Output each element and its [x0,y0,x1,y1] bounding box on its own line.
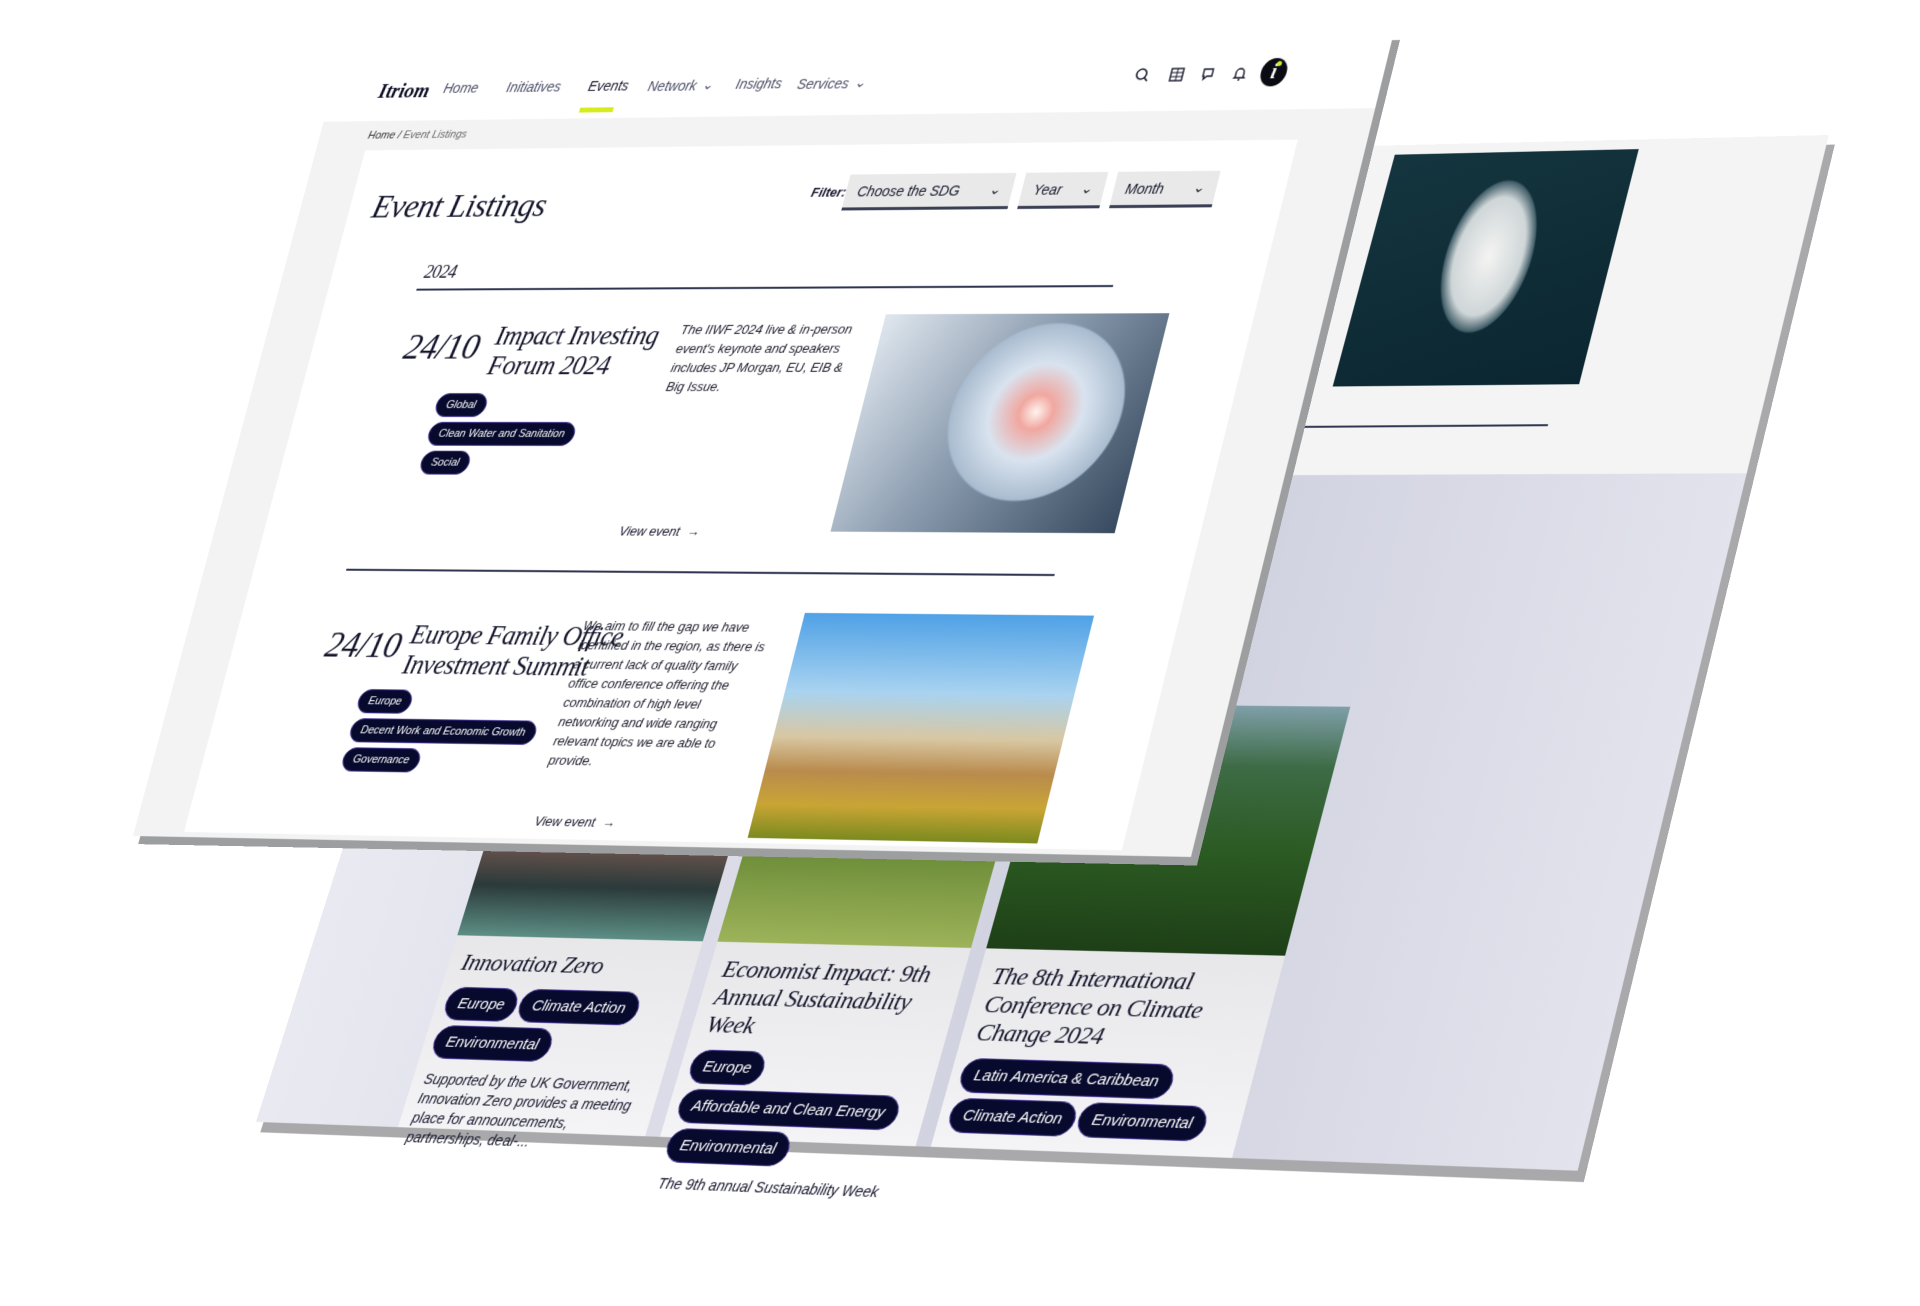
event-listings-page: Itriom Home Initiatives Events Network ⌄ … [132,31,1394,857]
breadcrumb-home[interactable]: Home [367,130,397,142]
active-indicator [578,107,614,113]
link-label: View event [532,813,598,830]
event-description: The IIWF 2024 live & in-person event's k… [664,321,855,395]
event-date: 24/10 [399,326,485,367]
chevron-down-icon: ⌄ [1079,180,1095,197]
arrow-right-icon: → [600,814,618,831]
tag[interactable]: Climate Action [514,988,643,1026]
logo[interactable]: Itriom [376,79,433,104]
link-label: View event [617,523,682,539]
view-event-link[interactable]: View event → [533,813,617,830]
cruise-ship-image [1332,149,1639,387]
nav-label: Home [441,79,481,96]
tag[interactable]: Environmental [662,1127,794,1167]
tag[interactable]: Latin America & Caribbean [956,1057,1177,1100]
nav-services[interactable]: Services ⌄ [796,74,868,92]
calendar-grid-icon[interactable] [1163,63,1190,85]
select-value: Year [1031,180,1064,198]
event-date: 24/10 [321,624,406,666]
divider [345,568,1055,577]
tag[interactable]: Europe [685,1049,770,1086]
event-title[interactable]: Impact Investing Forum 2024 [485,320,663,380]
tag[interactable]: Clean Water and Sanitation [425,421,579,446]
chat-icon[interactable] [1195,63,1222,86]
search-icon[interactable] [1129,64,1156,86]
view-event-link[interactable]: View event → [618,523,702,539]
globe-image [830,313,1170,534]
tag[interactable]: Europe [355,688,416,714]
top-navigation: Itriom Home Initiatives Events Network ⌄ … [323,31,1394,122]
event-tags: Europe Decent Work and Economic Growth Gov… [338,688,549,779]
nav-home[interactable]: Home [442,80,481,96]
chevron-down-icon: ⌄ [700,76,716,93]
tag[interactable]: Social [417,450,473,475]
tag[interactable]: Decent Work and Economic Growth [347,718,539,745]
filter-label: Filter: [809,184,849,200]
card-description: Supported by the UK Government, Innovati… [403,1070,635,1150]
year-heading: 2024 [422,261,459,282]
select-value: Choose the SDG [855,181,962,199]
nav-network[interactable]: Network ⌄ [646,76,715,94]
title-line: Forum 2024 [484,350,614,381]
nav-initiatives[interactable]: Initiatives [505,79,563,95]
nav-events[interactable]: Events [578,77,631,113]
card-title: Innovation Zero [458,949,608,980]
event-description: We aim to fill the gap we have identifie… [546,617,767,769]
listings-container: Event Listings Filter: Choose the SDG ⌄ Y… [183,139,1298,851]
sdg-select[interactable]: Choose the SDG ⌄ [841,172,1017,211]
event-tags: Global Clean Water and Sanitation Social [417,393,627,480]
tag[interactable]: Global [432,393,490,417]
breadcrumb-current: Event Listings [401,128,469,142]
chevron-down-icon: ⌄ [1191,179,1207,196]
tag[interactable]: Environmental [1073,1102,1211,1142]
bell-icon[interactable] [1226,62,1253,85]
nav-label: Initiatives [504,78,564,96]
arrow-right-icon: → [685,523,702,539]
chevron-down-icon: ⌄ [987,181,1003,198]
tag[interactable]: Affordable and Clean Energy [674,1088,903,1131]
divider [1301,424,1549,428]
rome-cityscape-image [747,612,1095,844]
card-description: The 9th annual Sustainability Week [655,1174,881,1201]
breadcrumb: Home / Event Listings [367,129,469,142]
nav-label: Network [646,77,699,94]
select-value: Month [1123,179,1167,197]
page-title: Event Listings [368,187,551,226]
divider [416,285,1114,291]
tag[interactable]: Governance [339,747,423,773]
tag[interactable]: Environmental [428,1024,557,1063]
tag[interactable]: Climate Action [945,1097,1081,1137]
nav-label: Services [795,74,851,92]
year-select[interactable]: Year ⌄ [1017,171,1109,209]
nav-label: Insights [734,75,784,92]
chevron-down-icon: ⌄ [852,74,869,91]
card-title: Economist Impact: 9th Annual Sustainabil… [702,956,934,1040]
card-title: The 8th International Conference on Clim… [973,963,1206,1051]
info-avatar-icon[interactable]: i [1257,57,1291,87]
month-select[interactable]: Month ⌄ [1109,170,1221,209]
nav-insights[interactable]: Insights [734,75,784,91]
title-line: Impact Investing [492,320,663,351]
tag[interactable]: Europe [440,986,523,1023]
nav-label: Events [586,77,631,94]
